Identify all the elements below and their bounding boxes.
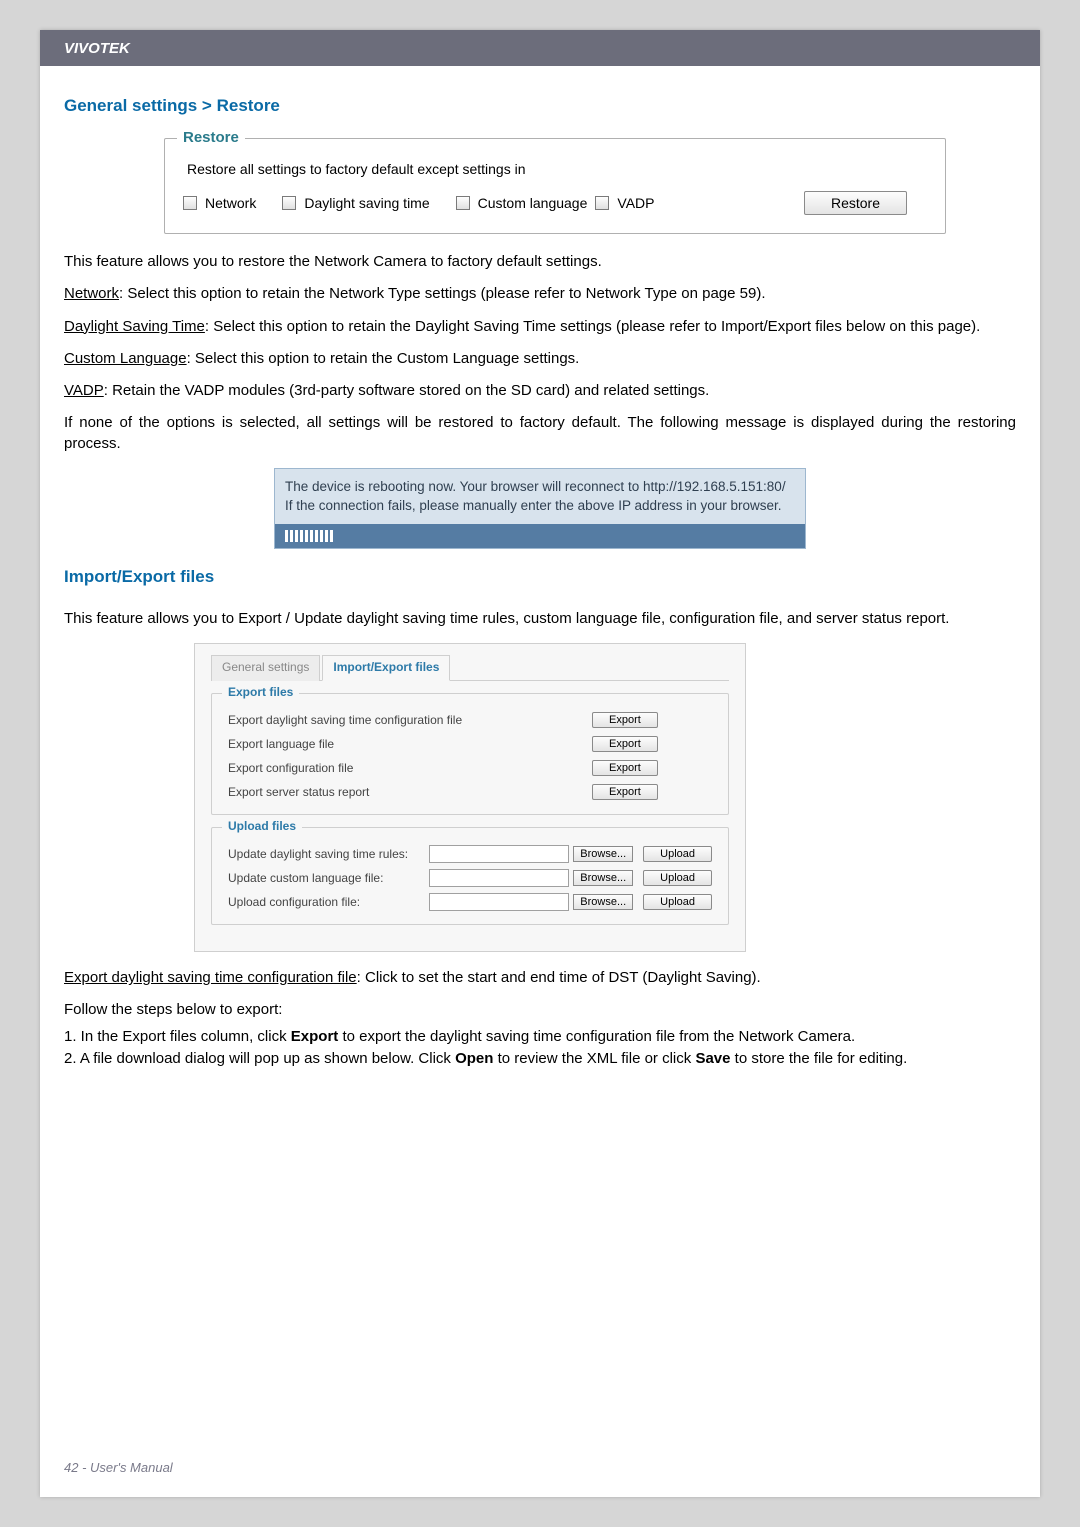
- upload-label-dst: Update daylight saving time rules:: [228, 847, 425, 861]
- step2-post: to store the file for editing.: [730, 1050, 907, 1067]
- step-2: 2. A file download dialog will pop up as…: [64, 1049, 1016, 1069]
- step2-bold1: Open: [455, 1050, 493, 1067]
- label-vadp: VADP: [64, 382, 104, 399]
- ie-tabs: General settings Import/Export files: [211, 654, 729, 681]
- restore-legend: Restore: [177, 129, 245, 146]
- browse-button-dst[interactable]: Browse...: [573, 846, 633, 862]
- reboot-progress-bar: [275, 524, 805, 548]
- export-legend: Export files: [222, 685, 299, 699]
- export-label-config: Export configuration file: [228, 761, 592, 775]
- label-export-dst: Export daylight saving time configuratio…: [64, 969, 357, 986]
- label-network: Network: [64, 285, 119, 302]
- tab-import-export[interactable]: Import/Export files: [322, 655, 450, 681]
- export-row-dst: Export daylight saving time configuratio…: [228, 708, 712, 732]
- browse-button-config[interactable]: Browse...: [573, 894, 633, 910]
- para-dst: Daylight Saving Time: Select this option…: [64, 317, 1016, 337]
- upload-label-lang: Update custom language file:: [228, 871, 425, 885]
- manual-page: VIVOTEK General settings > Restore Resto…: [40, 30, 1040, 1497]
- steps-intro: Follow the steps below to export:: [64, 1000, 1016, 1020]
- page-footer: 42 - User's Manual: [64, 1460, 173, 1475]
- export-label-lang: Export language file: [228, 737, 592, 751]
- file-input-config[interactable]: [429, 893, 569, 911]
- para-export-dst: Export daylight saving time configuratio…: [64, 968, 1016, 988]
- import-export-panel: General settings Import/Export files Exp…: [194, 643, 746, 952]
- para-vadp: VADP: Retain the VADP modules (3rd-party…: [64, 381, 1016, 401]
- opt-network: Network: [205, 195, 256, 211]
- text-cl: : Select this option to retain the Custo…: [187, 350, 580, 367]
- export-button-dst[interactable]: Export: [592, 712, 658, 728]
- restore-options-row: Network Daylight saving time Custom lang…: [183, 191, 927, 215]
- opt-custom-language: Custom language: [478, 195, 588, 211]
- step2-pre: 2. A file download dialog will pop up as…: [64, 1050, 455, 1067]
- step-1: 1. In the Export files column, click Exp…: [64, 1027, 1016, 1047]
- para-intro: This feature allows you to restore the N…: [64, 252, 1016, 272]
- export-row-status: Export server status report Export: [228, 780, 712, 804]
- section-title-import-export: Import/Export files: [64, 567, 1016, 587]
- export-row-lang: Export language file Export: [228, 732, 712, 756]
- checkbox-custom-language[interactable]: [456, 196, 470, 210]
- opt-vadp: VADP: [617, 195, 654, 211]
- para-network: Network: Select this option to retain th…: [64, 284, 1016, 304]
- reboot-line1: The device is rebooting now. Your browse…: [285, 477, 795, 497]
- browse-button-lang[interactable]: Browse...: [573, 870, 633, 886]
- export-row-config: Export configuration file Export: [228, 756, 712, 780]
- step2-mid: to review the XML file or click: [493, 1050, 695, 1067]
- step1-post: to export the daylight saving time confi…: [338, 1028, 855, 1045]
- step1-pre: 1. In the Export files column, click: [64, 1028, 291, 1045]
- steps-list: 1. In the Export files column, click Exp…: [64, 1027, 1016, 1070]
- restore-desc: Restore all settings to factory default …: [183, 149, 927, 191]
- para-none: If none of the options is selected, all …: [64, 413, 1016, 454]
- upload-row-lang: Update custom language file: Browse... U…: [228, 866, 712, 890]
- export-fieldset: Export files Export daylight saving time…: [211, 693, 729, 815]
- brand-header: VIVOTEK: [40, 30, 1040, 66]
- label-cl: Custom Language: [64, 350, 187, 367]
- upload-row-dst: Update daylight saving time rules: Brows…: [228, 842, 712, 866]
- page-content: General settings > Restore Restore Resto…: [40, 66, 1040, 1069]
- upload-label-config: Upload configuration file:: [228, 895, 425, 909]
- upload-button-dst[interactable]: Upload: [643, 846, 712, 862]
- opt-dst: Daylight saving time: [304, 195, 429, 211]
- para-cl: Custom Language: Select this option to r…: [64, 349, 1016, 369]
- upload-row-config: Upload configuration file: Browse... Upl…: [228, 890, 712, 914]
- upload-fieldset: Upload files Update daylight saving time…: [211, 827, 729, 925]
- file-input-dst[interactable]: [429, 845, 569, 863]
- checkbox-dst[interactable]: [282, 196, 296, 210]
- export-button-lang[interactable]: Export: [592, 736, 658, 752]
- tab-general-settings[interactable]: General settings: [211, 655, 320, 681]
- restore-button[interactable]: Restore: [804, 191, 907, 215]
- checkbox-network[interactable]: [183, 196, 197, 210]
- export-button-config[interactable]: Export: [592, 760, 658, 776]
- label-dst: Daylight Saving Time: [64, 318, 205, 335]
- brand-text: VIVOTEK: [64, 40, 130, 57]
- export-button-status[interactable]: Export: [592, 784, 658, 800]
- step1-bold: Export: [291, 1028, 339, 1045]
- reboot-line2: If the connection fails, please manually…: [285, 496, 795, 516]
- text-dst: : Select this option to retain the Dayli…: [205, 318, 980, 335]
- upload-button-lang[interactable]: Upload: [643, 870, 712, 886]
- text-network: : Select this option to retain the Netwo…: [119, 285, 765, 302]
- upload-button-config[interactable]: Upload: [643, 894, 712, 910]
- upload-legend: Upload files: [222, 819, 302, 833]
- export-label-dst: Export daylight saving time configuratio…: [228, 713, 592, 727]
- export-label-status: Export server status report: [228, 785, 592, 799]
- reboot-message-box: The device is rebooting now. Your browse…: [274, 468, 806, 549]
- checkbox-vadp[interactable]: [595, 196, 609, 210]
- text-vadp: : Retain the VADP modules (3rd-party sof…: [104, 382, 710, 399]
- para-ie-intro: This feature allows you to Export / Upda…: [64, 609, 1016, 629]
- reboot-message-text: The device is rebooting now. Your browse…: [275, 469, 805, 524]
- restore-fieldset: Restore Restore all settings to factory …: [164, 138, 946, 234]
- section-title-restore: General settings > Restore: [64, 96, 1016, 116]
- step2-bold2: Save: [695, 1050, 730, 1067]
- text-export-dst: : Click to set the start and end time of…: [357, 969, 761, 986]
- file-input-lang[interactable]: [429, 869, 569, 887]
